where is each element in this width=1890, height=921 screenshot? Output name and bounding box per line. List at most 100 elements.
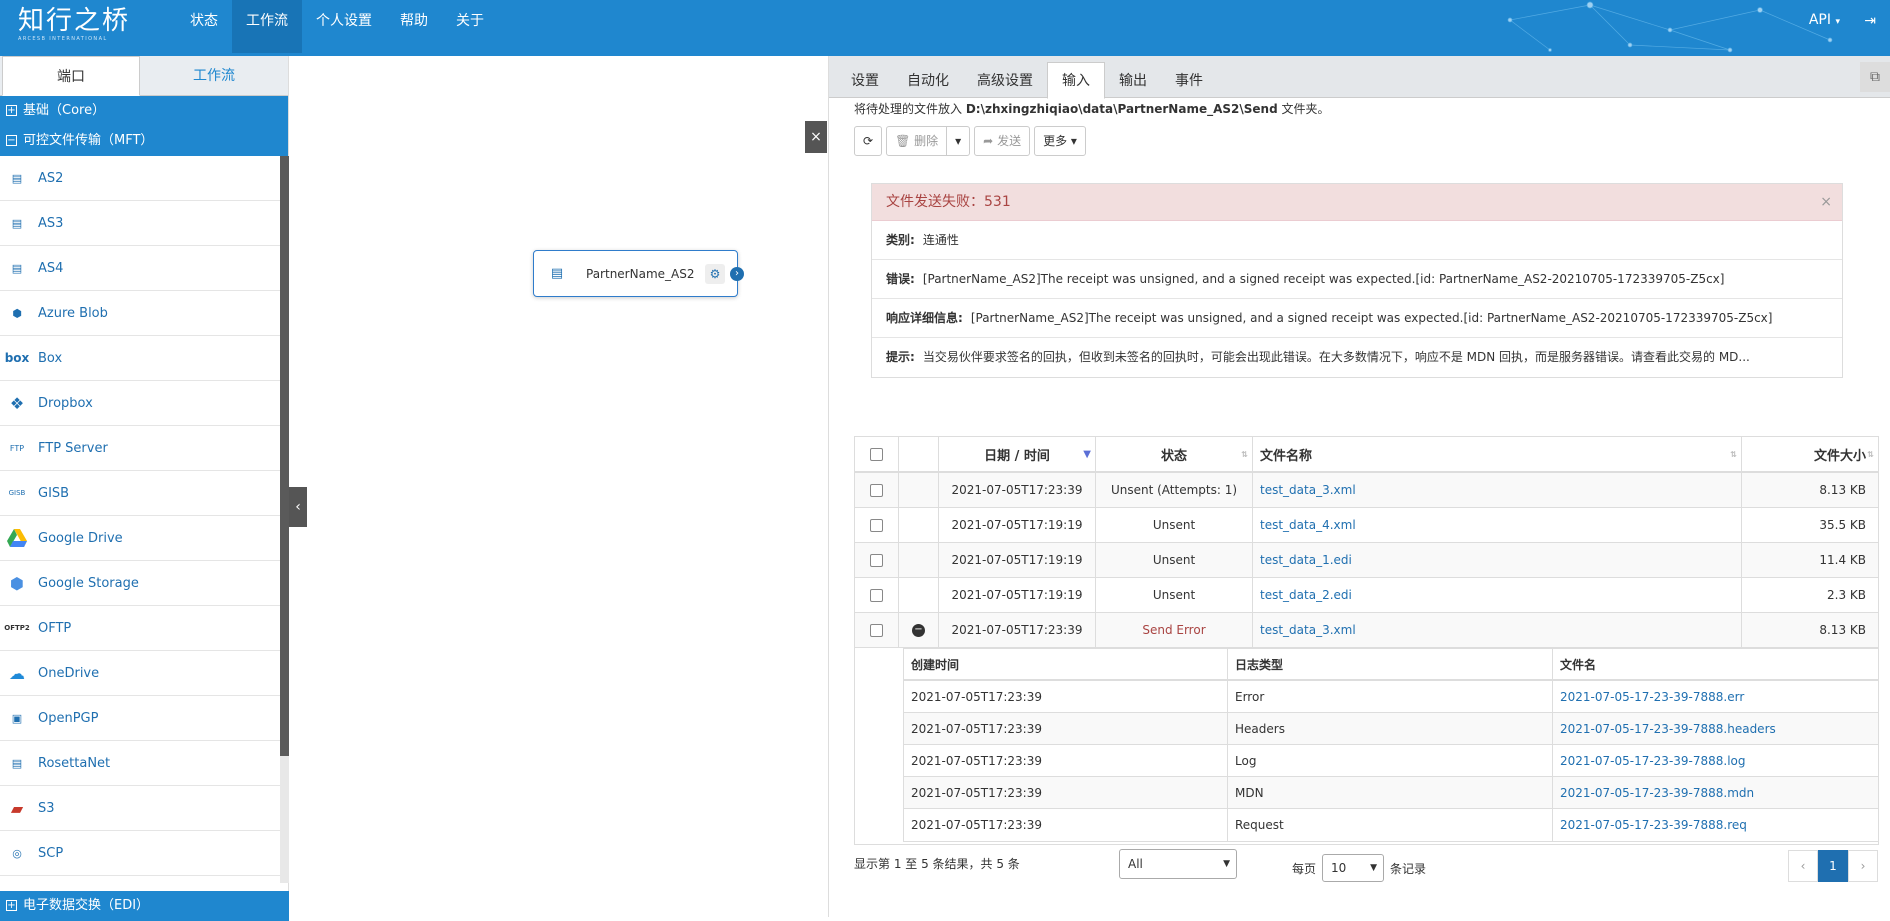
workflow-node[interactable]: ▤ PartnerName_AS2 ⚙ › (533, 250, 744, 297)
collapse-panel-button[interactable]: ‹ (289, 487, 307, 527)
category-core[interactable]: + 基础（Core） (0, 96, 288, 126)
sort-icon: ⇅ (1867, 449, 1874, 459)
connector-azure-blob[interactable]: ⬢ Azure Blob (0, 291, 280, 336)
table-row[interactable]: 2021-07-05T17:19:19 Unsent test_data_2.e… (854, 578, 1879, 613)
node-label: PartnerName_AS2 (586, 266, 695, 281)
select-all-cell (855, 437, 899, 471)
log-row: 2021-07-05T17:23:39 Error 2021-07-05-17-… (904, 681, 1878, 713)
send-button[interactable]: ➦ 发送 (974, 126, 1031, 156)
external-link-icon[interactable]: ⧉ (1860, 62, 1890, 92)
page-button[interactable]: 1 (1818, 850, 1848, 882)
connector-label: OneDrive (38, 665, 100, 681)
col-status[interactable]: 状态 ⇅ (1096, 437, 1253, 471)
connector-dropbox[interactable]: ❖ Dropbox (0, 381, 280, 426)
logout-icon[interactable]: ⇥ (1864, 13, 1876, 29)
row-checkbox[interactable] (870, 623, 883, 637)
log-time: 2021-07-05T17:23:39 (904, 713, 1228, 744)
tab-automation[interactable]: 自动化 (893, 56, 963, 98)
table-row[interactable]: 2021-07-05T17:19:19 Unsent test_data_4.x… (854, 508, 1879, 543)
page-size-control: 每页 10 ▼ 条记录 (1292, 854, 1426, 882)
connector-gisb[interactable]: GISB GISB (0, 471, 280, 516)
connector-rosettanet[interactable]: ▤ RosettaNet (0, 741, 280, 786)
log-file-link[interactable]: 2021-07-05-17-23-39-7888.req (1553, 809, 1878, 841)
tab-settings[interactable]: 设置 (837, 56, 893, 98)
per-page-prefix: 每页 (1292, 861, 1317, 876)
col-datetime[interactable]: 日期 / 时间 ▼ (939, 437, 1096, 471)
row-checkbox[interactable] (870, 483, 883, 497)
close-icon[interactable]: × (1820, 184, 1832, 221)
caret-down-icon: ▾ (1835, 17, 1840, 27)
alert-row-category: 类别: 连通性 (872, 221, 1842, 260)
log-file-link[interactable]: 2021-07-05-17-23-39-7888.headers (1553, 713, 1878, 744)
connector-label: Google Storage (38, 575, 139, 591)
api-menu[interactable]: API ▾ (1809, 12, 1840, 28)
table-row[interactable]: 2021-07-05T17:23:39 Unsent (Attempts: 1)… (854, 473, 1879, 508)
gear-icon[interactable]: ⚙ (705, 264, 725, 284)
col-size[interactable]: 文件大小 ⇅ (1742, 437, 1878, 471)
log-type: Request (1228, 809, 1553, 841)
prev-page-button[interactable]: ‹ (1788, 850, 1818, 882)
refresh-button[interactable]: ⟳ (854, 126, 883, 156)
log-file-link[interactable]: 2021-07-05-17-23-39-7888.mdn (1553, 777, 1878, 808)
next-page-button[interactable]: › (1848, 850, 1878, 882)
tab-output[interactable]: 输出 (1105, 56, 1161, 98)
connector-label: Box (38, 350, 63, 366)
nav-about[interactable]: 关于 (442, 0, 498, 53)
connector-google-storage[interactable]: ⬢ Google Storage (0, 561, 280, 606)
connector-as3[interactable]: ▤ AS3 (0, 201, 280, 246)
connector-google-drive[interactable]: Google Drive (0, 516, 280, 561)
tab-workflows[interactable]: 工作流 (140, 56, 288, 95)
row-checkbox[interactable] (870, 588, 883, 602)
file-link[interactable]: test_data_3.xml (1253, 473, 1742, 507)
connector-onedrive[interactable]: ☁ OneDrive (0, 651, 280, 696)
connector-box[interactable]: box Box (0, 336, 280, 381)
log-file-link[interactable]: 2021-07-05-17-23-39-7888.log (1553, 745, 1878, 776)
tab-events[interactable]: 事件 (1161, 56, 1217, 98)
status-filter-select[interactable]: All ▼ (1119, 849, 1237, 879)
scrollbar-thumb[interactable] (280, 156, 289, 756)
row-checkbox[interactable] (870, 518, 883, 532)
connector-scp[interactable]: ◎ SCP (0, 831, 280, 876)
table-row[interactable]: − 2021-07-05T17:23:39 Send Error test_da… (854, 613, 1879, 648)
collapse-row-icon[interactable]: − (912, 623, 925, 637)
category-mft[interactable]: − 可控文件传输（MFT） (0, 126, 288, 156)
connector-as4[interactable]: ▤ AS4 (0, 246, 280, 291)
chevron-right-icon[interactable]: › (730, 267, 744, 281)
connector-label: FTP Server (38, 440, 108, 456)
log-file-link[interactable]: 2021-07-05-17-23-39-7888.err (1553, 681, 1878, 712)
table-row[interactable]: 2021-07-05T17:19:19 Unsent test_data_1.e… (854, 543, 1879, 578)
nav-help[interactable]: 帮助 (386, 0, 442, 53)
file-link[interactable]: test_data_2.edi (1253, 578, 1742, 612)
list-scrollbar[interactable] (280, 156, 289, 883)
tab-input[interactable]: 输入 (1047, 62, 1105, 99)
page-size-value: 10 (1331, 861, 1347, 875)
connector-s3[interactable]: ▰ S3 (0, 786, 280, 831)
col-filename[interactable]: 文件名称 ⇅ (1253, 437, 1742, 471)
connector-openpgp[interactable]: ▣ OpenPGP (0, 696, 280, 741)
connector-oftp[interactable]: OFTP2 OFTP (0, 606, 280, 651)
connector-as2[interactable]: ▤ AS2 (0, 156, 280, 201)
file-link[interactable]: test_data_1.edi (1253, 543, 1742, 577)
nav-profile[interactable]: 个人设置 (302, 0, 386, 53)
connector-label: OpenPGP (38, 710, 99, 726)
log-col-time: 创建时间 (904, 649, 1228, 679)
caret-down-icon[interactable]: ▾ (947, 127, 969, 155)
log-table: 创建时间 日志类型 文件名 2021-07-05T17:23:39 Error … (903, 648, 1879, 842)
file-link[interactable]: test_data_3.xml (1253, 613, 1742, 647)
delete-button[interactable]: 🗑 删除 ▾ (886, 126, 971, 156)
onedrive-icon: ☁ (9, 663, 25, 683)
workflow-canvas[interactable] (289, 56, 827, 917)
tab-ports[interactable]: 端口 (2, 56, 140, 96)
page-size-select[interactable]: 10 ▼ (1322, 854, 1385, 882)
select-all-checkbox[interactable] (870, 447, 883, 461)
file-link[interactable]: test_data_4.xml (1253, 508, 1742, 542)
row-checkbox[interactable] (870, 553, 883, 567)
nav-status[interactable]: 状态 (176, 0, 232, 53)
tab-advanced[interactable]: 高级设置 (963, 56, 1047, 98)
connector-ftp-server[interactable]: FTP FTP Server (0, 426, 280, 471)
more-button[interactable]: 更多 ▾ (1034, 126, 1086, 156)
brand-logo[interactable]: 知行之桥 ARCESB INTERNATIONAL (18, 6, 130, 42)
alert-label: 提示: (886, 350, 915, 364)
nav-workflow[interactable]: 工作流 (232, 0, 302, 53)
close-panel-button[interactable]: × (805, 121, 827, 153)
